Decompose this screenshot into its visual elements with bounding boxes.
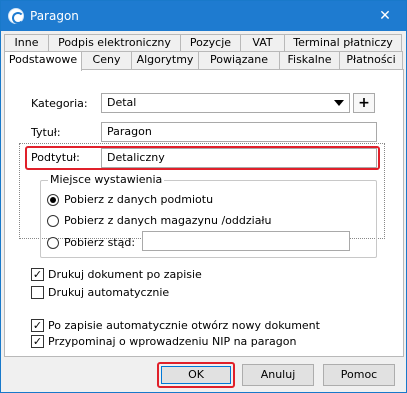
tab-algorytmy[interactable]: Algorytmy <box>131 51 199 69</box>
otworz-nowy-label: Po zapisie automatycznie otwórz nowy dok… <box>48 319 320 332</box>
radio-label-magazynu: Pobierz z danych magazynu /oddziału <box>64 214 272 227</box>
tab-pozycje[interactable]: Pozycje <box>180 34 241 52</box>
podtytul-label: Podtytuł: <box>31 151 80 164</box>
kategoria-dropdown[interactable]: Detal <box>101 93 350 113</box>
miejsce-wystawienia-title: Miejsce wystawienia <box>48 173 165 186</box>
drukuj-po-zapisie-label: Drukuj dokument po zapisie <box>48 268 202 281</box>
paragon-dialog: Paragon ✕ Inne Podpis elektroniczny Pozy… <box>0 0 407 393</box>
przypominaj-nip-label: Przypominaj o wprowadzeniu NIP na parago… <box>48 335 297 348</box>
drukuj-automatycznie-checkbox[interactable] <box>31 286 44 299</box>
close-button[interactable]: ✕ <box>370 4 400 28</box>
tab-podpis-elektroniczny[interactable]: Podpis elektroniczny <box>48 34 181 52</box>
drukuj-po-zapisie-checkbox[interactable]: ✓ <box>31 268 44 281</box>
button-bar: OK Anuluj Pomoc <box>2 358 406 392</box>
tab-vat[interactable]: VAT <box>240 34 285 52</box>
tab-panel-podstawowe: Kategoria: Detal + Tytuł: Paragon Podtyt… <box>4 69 404 357</box>
tab-fiskalne[interactable]: Fiskalne <box>279 51 340 69</box>
przypominaj-nip-checkbox[interactable]: ✓ <box>31 335 44 348</box>
pomoc-button[interactable]: Pomoc <box>323 364 395 386</box>
tab-inne[interactable]: Inne <box>4 34 49 52</box>
tab-ceny[interactable]: Ceny <box>81 51 132 69</box>
miejsce-wystawienia-group: Miejsce wystawienia Pobierz z danych pod… <box>40 173 377 258</box>
anuluj-button[interactable]: Anuluj <box>242 364 314 386</box>
radio-pobierz-z-podmiotu[interactable] <box>47 194 59 206</box>
tab-platnosci[interactable]: Płatności <box>339 51 403 69</box>
tab-terminal-platniczy[interactable]: Terminal płatniczy <box>284 34 402 52</box>
tab-powiazane[interactable]: Powiązane <box>198 51 280 69</box>
radio-pobierz-z-magazynu[interactable] <box>47 215 59 227</box>
radio-label-podmiotu: Pobierz z danych podmiotu <box>64 193 214 206</box>
chevron-down-icon <box>334 100 344 106</box>
ok-button[interactable]: OK <box>161 366 231 384</box>
app-logo-icon <box>8 8 24 24</box>
kategoria-value: Detal <box>107 96 137 109</box>
pobierz-stad-field[interactable] <box>142 231 350 251</box>
otworz-nowy-checkbox[interactable]: ✓ <box>31 319 44 332</box>
drukuj-automatycznie-label: Drukuj automatycznie <box>48 286 170 299</box>
window-title: Paragon <box>30 9 79 23</box>
podtytul-field[interactable]: Detaliczny <box>101 148 377 168</box>
tytul-label: Tytuł: <box>31 126 61 139</box>
kategoria-label: Kategoria: <box>31 97 88 110</box>
radio-pobierz-stad[interactable] <box>47 237 59 249</box>
radio-label-stad: Pobierz stąd: <box>64 236 136 249</box>
tytul-field[interactable]: Paragon <box>101 122 377 142</box>
add-kategoria-button[interactable]: + <box>353 93 375 113</box>
title-bar: Paragon ✕ <box>1 1 406 31</box>
tab-podstawowe[interactable]: Podstawowe <box>4 51 82 71</box>
